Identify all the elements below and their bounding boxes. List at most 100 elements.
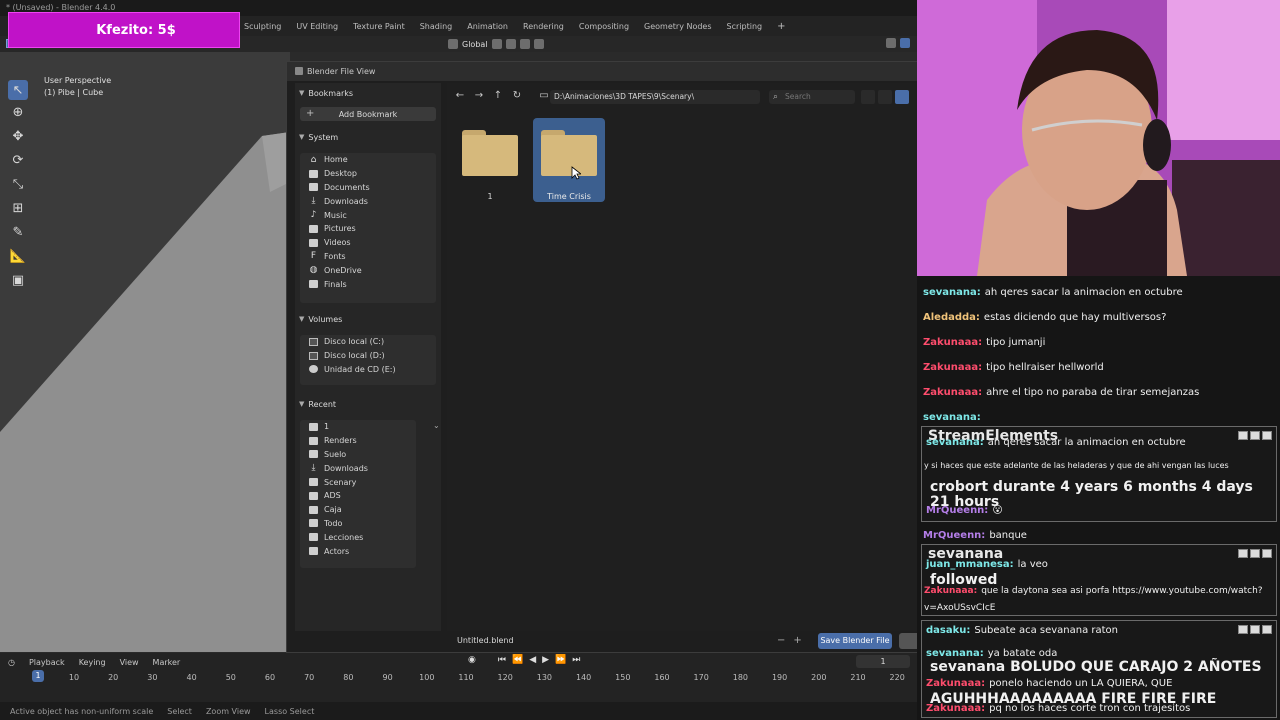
maximize-icon[interactable] (1250, 549, 1260, 558)
recent-item[interactable]: ⤓ Downloads (300, 461, 416, 475)
tab-shading[interactable]: Shading (420, 22, 453, 31)
filename-field[interactable]: Untitled.blend (457, 633, 514, 649)
chat-message: Aledadda: estas diciendo que hay multiver… (923, 312, 1273, 323)
orientation-dropdown[interactable]: Global (448, 37, 544, 51)
sidebar-item-finals[interactable]: Finals (300, 277, 436, 291)
back-icon[interactable]: ← (453, 89, 467, 103)
volume-e[interactable]: Unidad de CD (E:) (300, 363, 436, 377)
tab-sculpting[interactable]: Sculpting (244, 22, 281, 31)
record-icon[interactable]: ◉ (468, 655, 476, 665)
add-workspace-icon[interactable]: + (777, 21, 785, 32)
3d-viewport[interactable]: ↖ ⊕ ✥ ⟳ ⤡ ⊞ ✎ 📐 ▣ User Perspective (1) P… (0, 52, 290, 652)
jump-keyframe-forward-icon[interactable]: ⏩ (555, 655, 566, 665)
tab-rendering[interactable]: Rendering (523, 22, 564, 31)
minus-icon[interactable]: − (777, 633, 785, 649)
sidebar-item-music[interactable]: ♪ Music (300, 208, 436, 222)
sidebar-item-onedrive[interactable]: ◍ OneDrive (300, 263, 436, 277)
new-folder-icon[interactable]: ▭ (537, 89, 551, 103)
transform-icon[interactable]: ⊞ (6, 196, 30, 220)
volume-d[interactable]: Disco local (D:) (300, 349, 436, 363)
folder-tile-selected[interactable]: Time Crisis (533, 118, 605, 202)
annotate-icon[interactable]: ✎ (6, 220, 30, 244)
recent-item[interactable]: 1 (300, 420, 416, 434)
play-icon[interactable]: ▶ (542, 655, 549, 665)
add-cube-icon[interactable]: ▣ (6, 268, 30, 292)
bookmarks-header[interactable]: ▼ Bookmarks (299, 86, 353, 100)
playhead[interactable]: 1 (32, 670, 44, 682)
recent-item[interactable]: Todo (300, 517, 416, 531)
plus-icon[interactable]: + (793, 633, 801, 649)
editor-type-icon[interactable]: ◷ (8, 658, 15, 667)
refresh-icon[interactable]: ↻ (510, 89, 524, 103)
tab-scripting[interactable]: Scripting (727, 22, 763, 31)
rotate-icon[interactable]: ⟳ (6, 148, 30, 172)
cursor-icon[interactable]: ⊕ (6, 100, 30, 124)
gizmo-icon[interactable] (886, 38, 896, 48)
overlay-icon[interactable] (900, 38, 910, 48)
folder-tile[interactable]: 1 (454, 118, 526, 202)
close-icon[interactable] (1262, 549, 1272, 558)
recent-item[interactable]: Scenary (300, 475, 416, 489)
vertical-list-icon[interactable] (861, 90, 875, 104)
path-field[interactable]: D:\Animaciones\3D TAPES\9\Scenary\ (550, 90, 760, 104)
menu-marker[interactable]: Marker (153, 658, 181, 667)
orientation-label: Global (462, 39, 488, 49)
search-input[interactable]: ⌕ Search (769, 90, 855, 104)
snap-icon[interactable] (505, 39, 516, 49)
folder-name: 1 (487, 192, 493, 201)
tab-compositing[interactable]: Compositing (579, 22, 629, 31)
system-header[interactable]: ▼ System (299, 130, 338, 144)
status-lasso: Lasso Select (264, 706, 315, 716)
recent-item[interactable]: ADS (300, 489, 416, 503)
sidebar-item-pictures[interactable]: Pictures (300, 222, 436, 236)
sidebar-item-documents[interactable]: Documents (300, 181, 436, 195)
recent-options-chevron-down-icon[interactable]: ⌄ (433, 421, 440, 430)
sidebar-item-home[interactable]: ⌂ Home (300, 153, 436, 167)
cancel-button[interactable] (899, 633, 917, 649)
collapse-caret-icon: ▼ (299, 133, 305, 141)
save-button[interactable]: Save Blender File (818, 633, 892, 649)
recent-item[interactable]: Suelo (300, 448, 416, 462)
move-icon[interactable]: ✥ (6, 124, 30, 148)
recent-header[interactable]: ▼ Recent (299, 397, 336, 411)
select-box-icon[interactable]: ↖ (8, 80, 28, 100)
volume-c[interactable]: Disco local (C:) (300, 335, 436, 349)
frame-ruler[interactable]: 10 20 30 40 50 60 70 80 90 100 110 120 130 140 150 160 1… (0, 671, 917, 685)
jump-keyframe-back-icon[interactable]: ⏪ (512, 655, 523, 665)
jump-end-icon[interactable]: ⏭ (572, 655, 580, 665)
horizontal-list-icon[interactable] (878, 90, 892, 104)
recent-item[interactable]: Actors (300, 544, 416, 558)
play-reverse-icon[interactable]: ◀ (529, 655, 536, 665)
parent-directory-icon[interactable]: ↑ (491, 89, 505, 103)
scale-icon[interactable]: ⤡ (6, 172, 30, 196)
recent-item[interactable]: Lecciones (300, 530, 416, 544)
chat-text: ya batate oda (987, 648, 1058, 659)
forward-icon[interactable]: → (472, 89, 486, 103)
menu-playback[interactable]: Playback (29, 658, 65, 667)
sidebar-item-desktop[interactable]: Desktop (300, 167, 436, 181)
stream-alert-box: sevanana juan_mmanesa: la veo followed Za… (921, 544, 1277, 616)
recent-item[interactable]: Caja (300, 503, 416, 517)
sidebar-item-downloads[interactable]: ⤓ Downloads (300, 194, 436, 208)
tab-geometry-nodes[interactable]: Geometry Nodes (644, 22, 711, 31)
sidebar-item-videos[interactable]: Videos (300, 236, 436, 250)
tab-texture-paint[interactable]: Texture Paint (353, 22, 405, 31)
add-bookmark-button[interactable]: + Add Bookmark (300, 107, 436, 121)
volumes-header[interactable]: ▼ Volumes (299, 312, 342, 326)
proportional-edit-icon[interactable] (533, 39, 544, 49)
measure-icon[interactable]: 📐 (6, 244, 30, 268)
thumbnails-icon[interactable] (895, 90, 909, 104)
alert-window-buttons (1238, 549, 1272, 558)
tab-uv-editing[interactable]: UV Editing (296, 22, 338, 31)
jump-start-icon[interactable]: ⏮ (498, 655, 506, 665)
recent-item[interactable]: Renders (300, 434, 416, 448)
menu-view[interactable]: View (120, 658, 139, 667)
snap-target-icon[interactable] (519, 39, 530, 49)
streamer-silhouette (917, 0, 1280, 276)
current-frame-field[interactable]: 1 (856, 655, 910, 668)
tab-animation[interactable]: Animation (467, 22, 508, 31)
minimize-icon[interactable] (1238, 549, 1248, 558)
pivot-icon[interactable] (491, 39, 502, 49)
menu-keying[interactable]: Keying (79, 658, 106, 667)
sidebar-item-fonts[interactable]: F Fonts (300, 250, 436, 264)
